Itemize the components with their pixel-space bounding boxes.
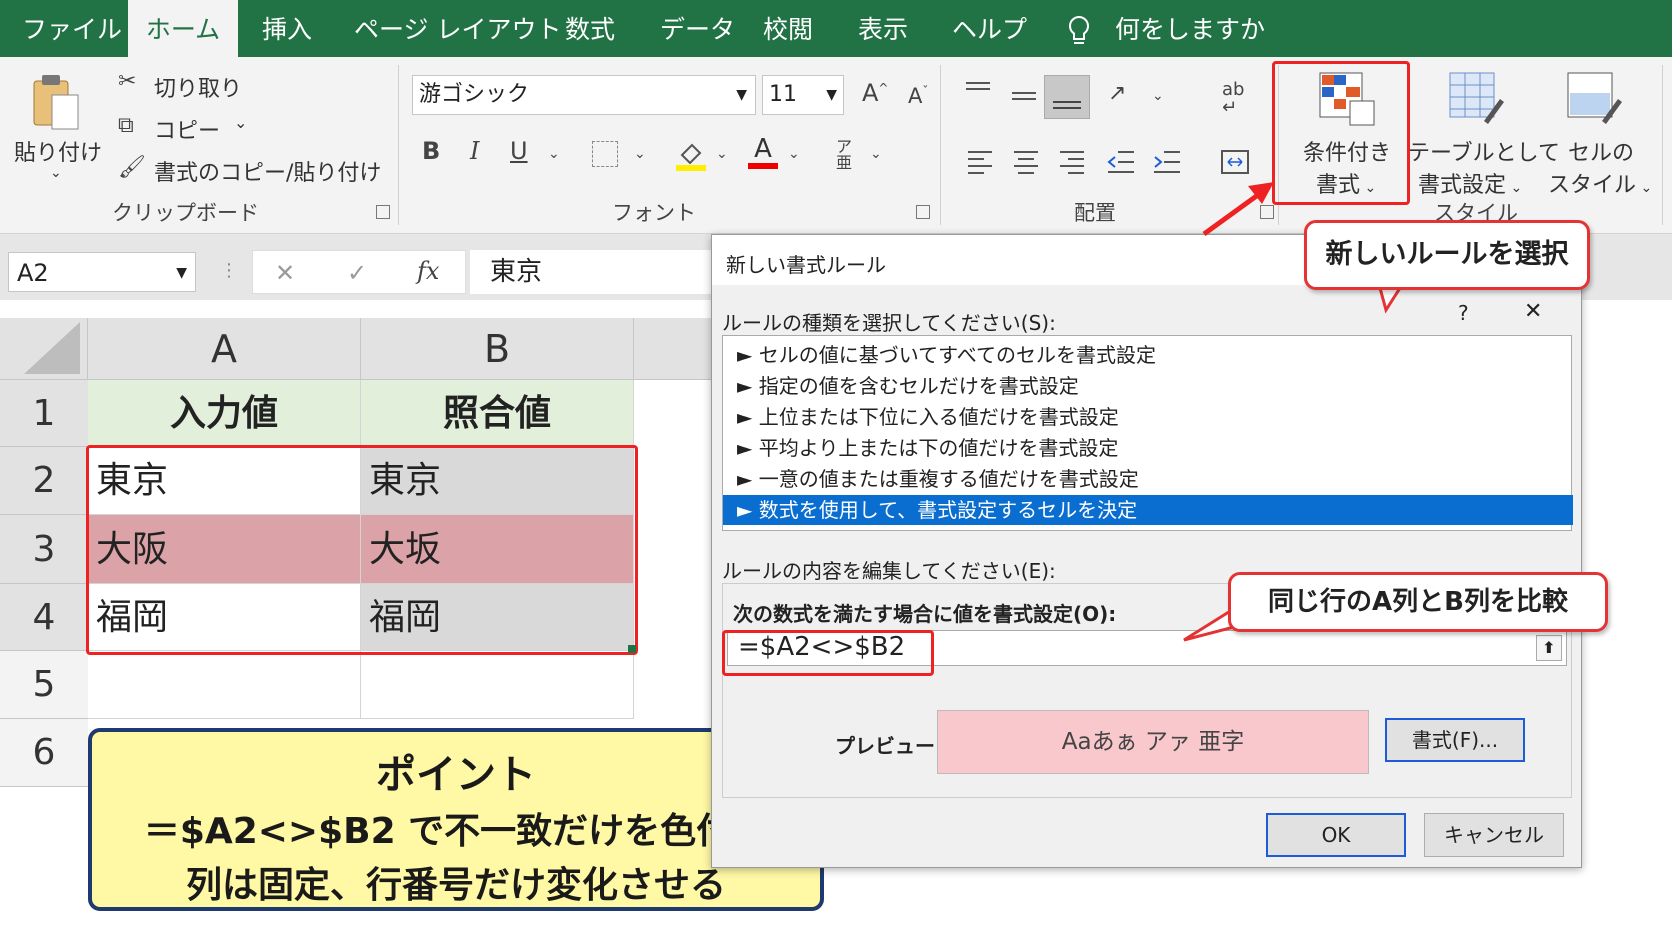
callout-arrows [1183, 182, 1403, 642]
callout-new-rule: 新しいルールを選択 [1304, 220, 1590, 290]
callout-compare: 同じ行のA列とB列を比較 [1228, 572, 1608, 632]
